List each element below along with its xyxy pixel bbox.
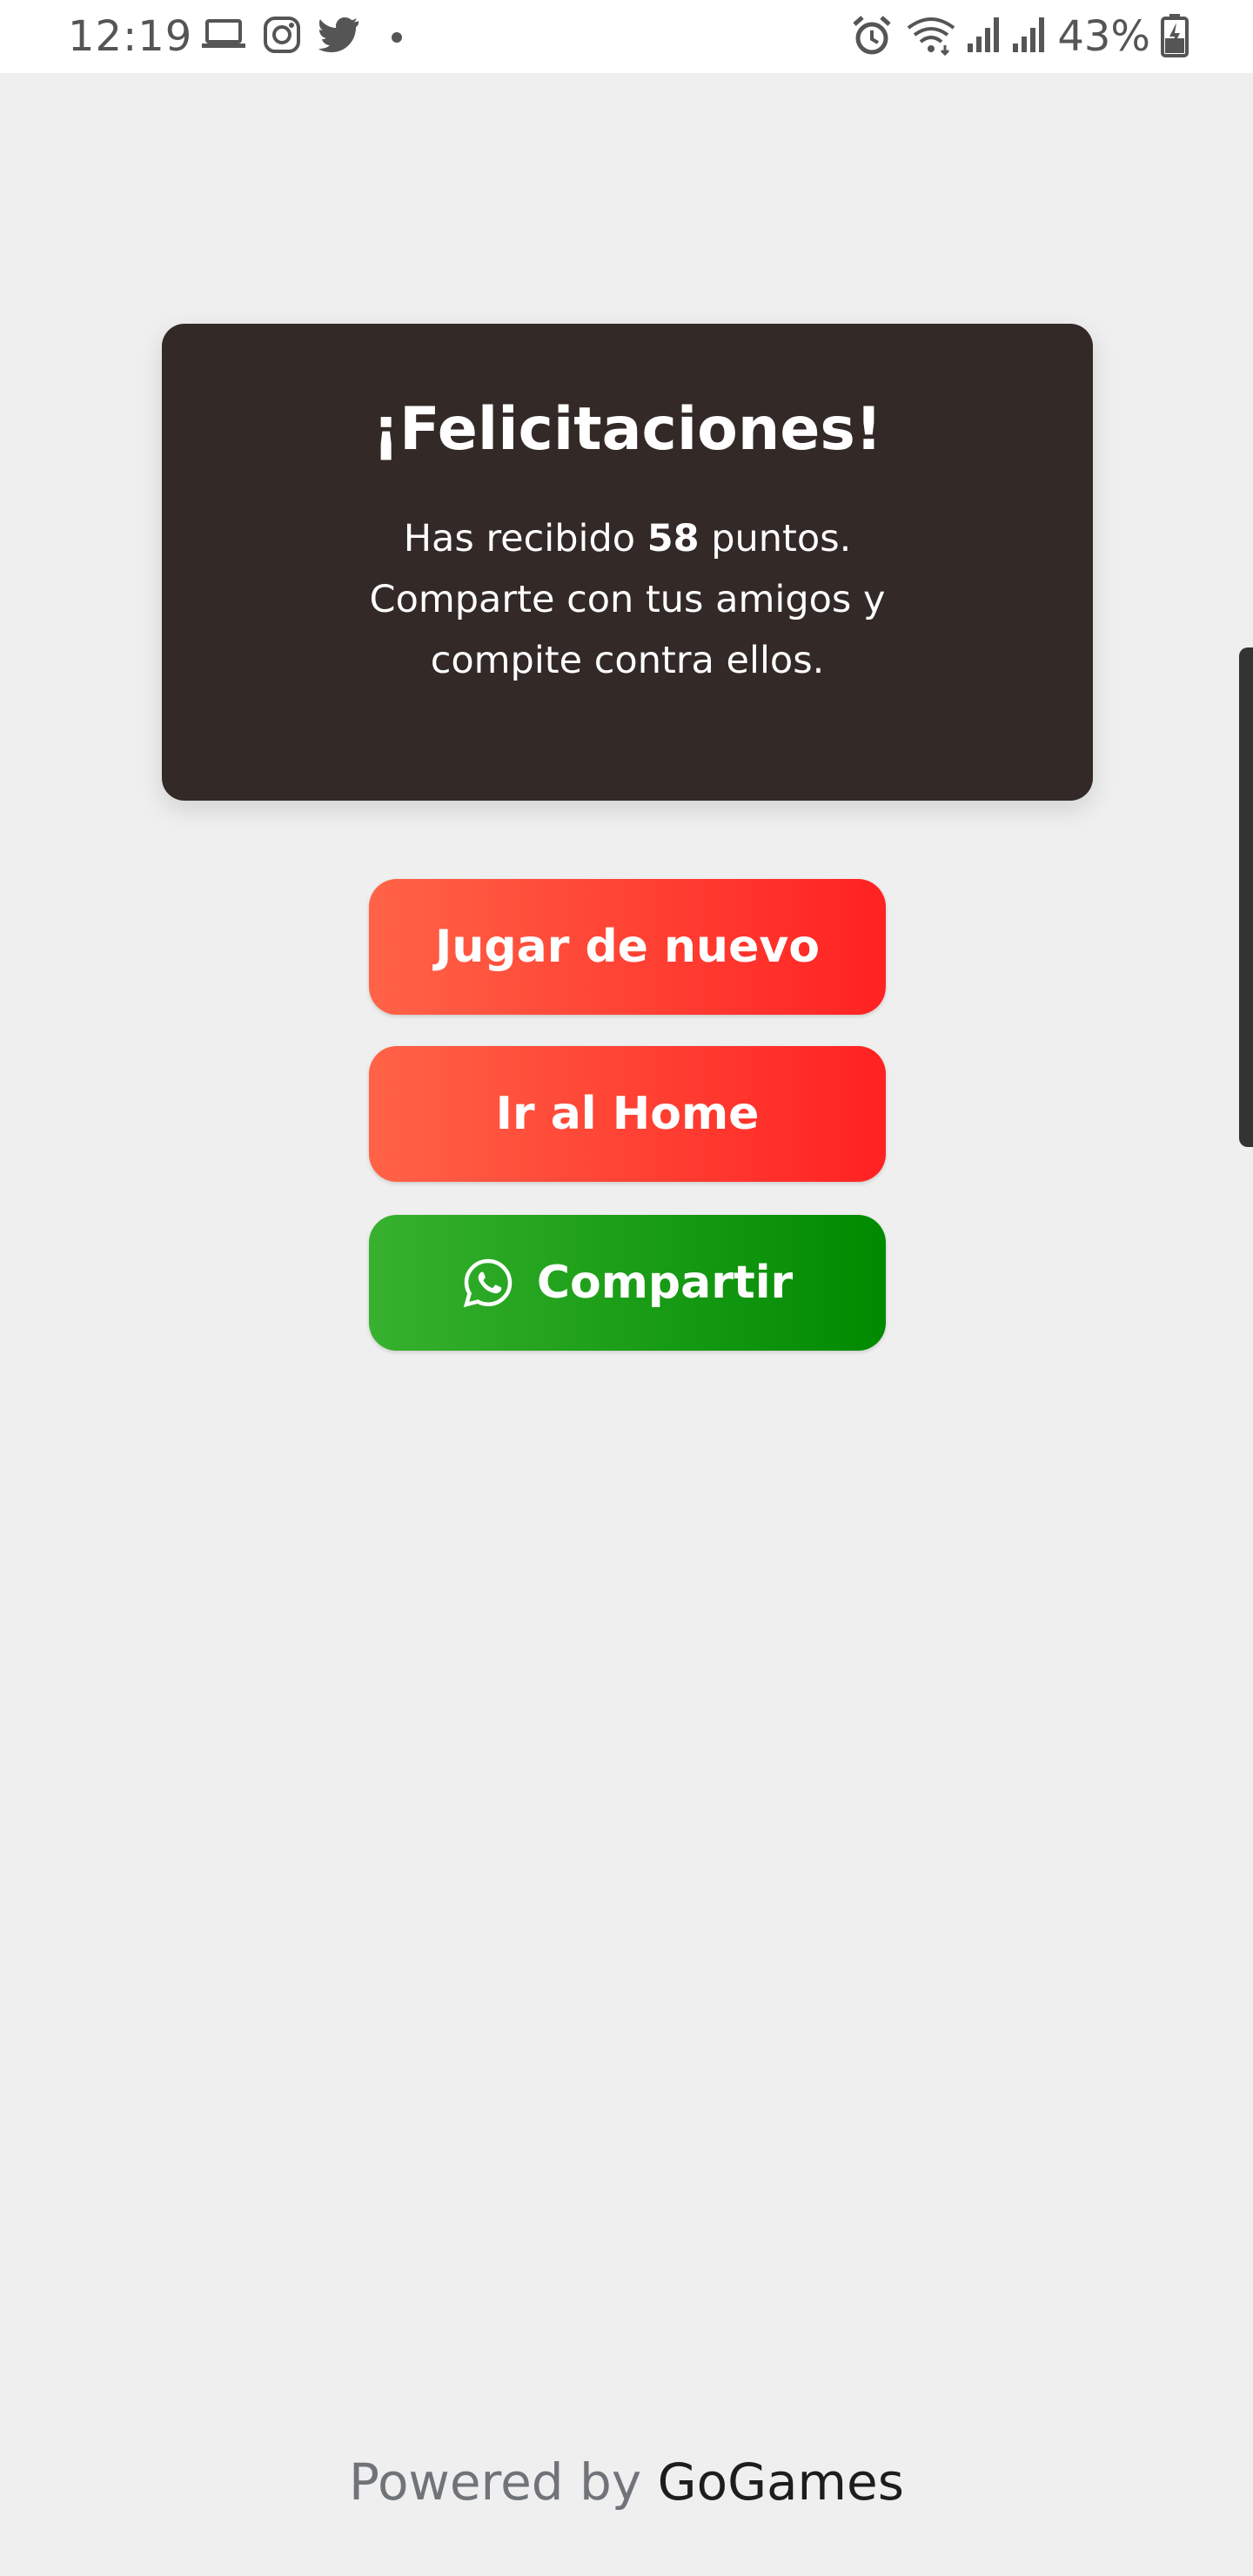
brand-name: GoGames [657,2452,904,2512]
status-bar: 12:19 43% [0,0,1253,73]
points-value: 58 [647,517,700,560]
battery-percent: 43% [1057,12,1150,61]
signal-icon [1011,16,1048,57]
home-button[interactable]: Ir al Home [369,1046,886,1182]
home-label: Ir al Home [495,1088,760,1140]
alarm-icon [851,16,893,59]
share-hint-line: Comparte con tus amigos y [369,578,886,621]
share-label: Compartir [536,1257,794,1309]
dot-icon [392,30,402,46]
footer: Powered by GoGames [0,2452,1253,2512]
compete-hint-line: compite contra ellos. [430,639,825,682]
signal-icon [966,16,1002,57]
instagram-icon [263,16,301,57]
points-suffix: puntos. [699,517,852,560]
points-prefix: Has recibido [403,517,647,560]
status-time: 12:19 [68,12,193,61]
whatsapp-icon [462,1257,514,1309]
card-message: Has recibido 58 puntos. Comparte con tus… [214,508,1041,691]
result-card: ¡Felicitaciones! Has recibido 58 puntos.… [162,324,1093,801]
play-again-button[interactable]: Jugar de nuevo [369,879,886,1015]
share-button[interactable]: Compartir [369,1215,886,1351]
card-title: ¡Felicitaciones! [372,395,882,464]
laptop-icon [202,16,245,57]
wifi-icon [907,16,955,59]
play-again-label: Jugar de nuevo [435,921,820,973]
powered-by-text: Powered by [349,2452,642,2512]
battery-icon [1161,14,1189,61]
twitter-icon [318,16,360,56]
edge-panel-handle[interactable] [1239,647,1253,1147]
points-line: Has recibido 58 puntos. [214,508,1041,569]
